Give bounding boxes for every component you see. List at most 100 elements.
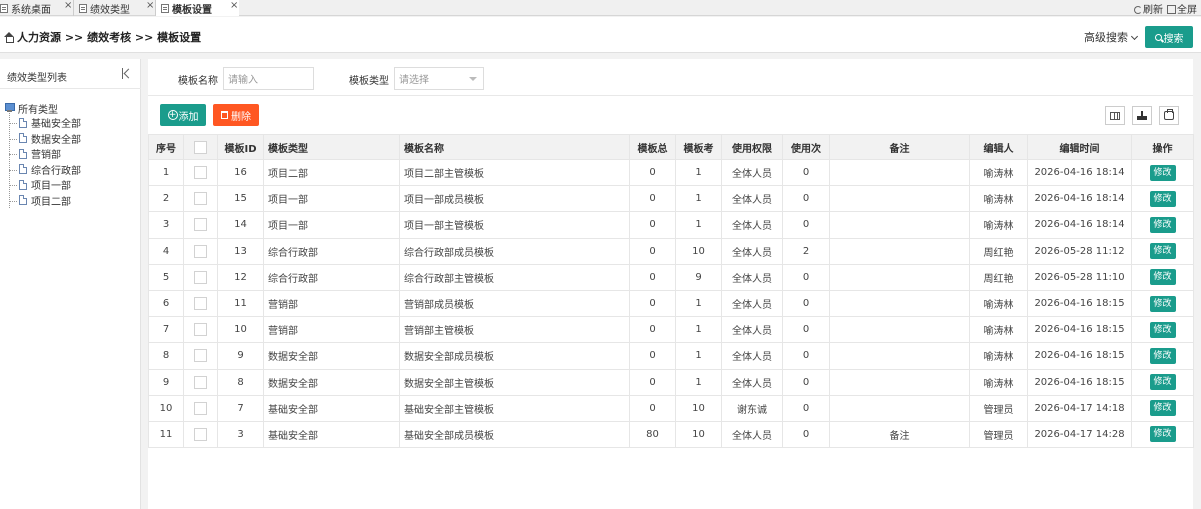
tab-performance-type[interactable]: 绩效类型 × (79, 0, 154, 16)
edit-button[interactable]: 修改 (1149, 374, 1176, 391)
edit-button[interactable]: 修改 (1149, 321, 1176, 338)
col-header-exam[interactable]: 模板考 (675, 134, 722, 160)
edit-button[interactable]: 修改 (1149, 347, 1176, 364)
table-row[interactable]: 8 9 数据安全部 数据安全部成员模板 0 1 全体人员 0 喻涛林 2026-04-16 18:… (148, 342, 1194, 370)
add-button[interactable]: + 添加 (160, 104, 206, 126)
close-icon[interactable]: × (146, 1, 154, 11)
select-all-checkbox[interactable] (194, 140, 207, 154)
table-row[interactable]: 7 10 营销部 营销部主管模板 0 1 全体人员 0 喻涛林 2026-04-16 18:15 修… (148, 316, 1194, 344)
print-button[interactable] (1159, 106, 1179, 125)
tree-item[interactable]: 项目二部 (9, 193, 81, 209)
table-row[interactable]: 6 11 营销部 营销部成员模板 0 1 全体人员 0 喻涛林 2026-04-16 18:15 修… (148, 289, 1194, 318)
cell-select[interactable] (183, 342, 218, 370)
cell-select[interactable] (183, 420, 218, 449)
export-button[interactable] (1132, 106, 1152, 125)
row-checkbox[interactable] (194, 323, 207, 337)
tree-root[interactable]: 所有类型 (4, 101, 81, 116)
table-row[interactable]: 4 13 综合行政部 综合行政部成员模板 0 10 全体人员 2 周红艳 2026-05-28 1… (148, 237, 1194, 265)
col-header-name[interactable]: 模板名称 (399, 134, 630, 160)
col-header-uses[interactable]: 使用次 (782, 134, 830, 160)
cell-select[interactable] (183, 263, 218, 291)
edit-button[interactable]: 修改 (1149, 269, 1176, 286)
col-header-permission[interactable]: 使用权限 (721, 134, 783, 160)
collapse-icon[interactable] (122, 68, 131, 79)
edit-button[interactable]: 修改 (1149, 426, 1176, 443)
top-links: 刷新 全屏 (1134, 0, 1197, 16)
columns-filter-button[interactable] (1105, 106, 1125, 125)
table-row[interactable]: 2 15 项目一部 项目一部成员模板 0 1 全体人员 0 喻涛林 2026-04-16 18:1… (148, 185, 1194, 213)
col-header-edit-time[interactable]: 编辑时间 (1027, 134, 1132, 160)
table-row[interactable]: 5 12 综合行政部 综合行政部主管模板 0 9 全体人员 0 周红艳 2026-05-28 11… (148, 263, 1194, 291)
edit-button[interactable]: 修改 (1149, 216, 1176, 233)
col-header-no[interactable]: 序号 (148, 134, 184, 160)
cell-total: 0 (629, 211, 676, 239)
col-header-actions[interactable]: 操作 (1131, 134, 1194, 160)
tree-item-label: 综合行政部 (31, 165, 81, 177)
advanced-search-toggle[interactable]: 高级搜索 (1084, 29, 1139, 45)
cell-select[interactable] (183, 211, 218, 239)
row-checkbox[interactable] (194, 270, 207, 284)
table-row[interactable]: 10 7 基础安全部 基础安全部主管模板 0 10 谢东诚 0 管理员 2026-04-17 14… (148, 394, 1194, 422)
cell-select[interactable] (183, 185, 218, 213)
row-checkbox[interactable] (194, 297, 207, 311)
table-row[interactable]: 1 16 项目二部 项目二部主管模板 0 1 全体人员 0 喻涛林 2026-04-16 18:1… (148, 158, 1194, 187)
edit-button[interactable]: 修改 (1149, 164, 1176, 181)
col-header-type[interactable]: 模板类型 (263, 134, 400, 160)
table-row[interactable]: 9 8 数据安全部 数据安全部主管模板 0 1 全体人员 0 喻涛林 2026-04-16 18:… (148, 368, 1194, 396)
tab-template-settings[interactable]: 模板设置 × (156, 0, 239, 16)
tree-item[interactable]: 综合行政部 (9, 162, 81, 178)
table-row[interactable]: 3 14 项目一部 项目一部主管模板 0 1 全体人员 0 喻涛林 2026-04-16 18:1… (148, 211, 1194, 239)
row-checkbox[interactable] (194, 218, 207, 232)
close-icon[interactable]: × (64, 1, 72, 11)
edit-button[interactable]: 修改 (1149, 243, 1176, 260)
cell-id: 12 (217, 263, 264, 291)
cell-select[interactable] (183, 368, 218, 396)
cell-total: 0 (629, 158, 676, 187)
sidebar-title: 绩效类型列表 (7, 73, 67, 84)
delete-button[interactable]: 删除 (213, 104, 259, 126)
col-header-id[interactable]: 模板ID (217, 134, 264, 160)
cell-id: 11 (217, 289, 264, 318)
search-button[interactable]: 搜索 (1145, 26, 1193, 48)
edit-button[interactable]: 修改 (1149, 295, 1176, 312)
template-type-select[interactable]: 请选择 (394, 67, 484, 90)
edit-button[interactable]: 修改 (1149, 190, 1176, 207)
col-header-select[interactable] (183, 134, 218, 160)
cell-select[interactable] (183, 289, 218, 318)
cell-select[interactable] (183, 158, 218, 187)
cell-select[interactable] (183, 237, 218, 265)
refresh-link[interactable]: 刷新 (1134, 1, 1163, 16)
row-checkbox[interactable] (194, 192, 207, 206)
tree-item[interactable]: 基础安全部 (9, 115, 81, 131)
tree-item[interactable]: 数据安全部 (9, 131, 81, 147)
col-header-editor[interactable]: 编辑人 (969, 134, 1028, 160)
tab-desktop[interactable]: 系统桌面 × (0, 0, 72, 16)
col-header-total[interactable]: 模板总 (629, 134, 676, 160)
cell-edit-time: 2026-04-16 18:14 (1027, 211, 1132, 239)
cell-type: 数据安全部 (263, 368, 400, 396)
close-icon[interactable]: × (230, 1, 238, 11)
cell-editor: 喻涛林 (969, 185, 1028, 213)
cell-edit-time: 2026-04-16 18:15 (1027, 316, 1132, 344)
row-checkbox[interactable] (194, 166, 207, 180)
row-checkbox[interactable] (194, 427, 207, 441)
row-checkbox[interactable] (194, 375, 207, 389)
fullscreen-link[interactable]: 全屏 (1167, 1, 1197, 16)
table-row[interactable]: 11 3 基础安全部 基础安全部成员模板 80 10 全体人员 0 备注 管理员 2026-04-1… (148, 420, 1194, 449)
row-checkbox[interactable] (194, 244, 207, 258)
cell-editor: 周红艳 (969, 237, 1028, 265)
row-checkbox[interactable] (194, 401, 207, 415)
tree-item[interactable]: 项目一部 (9, 177, 81, 193)
cell-select[interactable] (183, 316, 218, 344)
col-header-note[interactable]: 备注 (829, 134, 970, 160)
edit-button[interactable]: 修改 (1149, 400, 1176, 417)
tree-item[interactable]: 营销部 (9, 146, 81, 162)
delete-button-label: 删除 (231, 111, 251, 123)
table-body: 1 16 项目二部 项目二部主管模板 0 1 全体人员 0 喻涛林 2026-04-16 18:1… (148, 158, 1194, 449)
row-checkbox[interactable] (194, 349, 207, 363)
cell-total: 0 (629, 185, 676, 213)
cell-select[interactable] (183, 394, 218, 422)
template-name-input[interactable]: 请输入 (223, 67, 314, 90)
cell-edit-time: 2026-05-28 11:10 (1027, 263, 1132, 291)
cell-id: 14 (217, 211, 264, 239)
